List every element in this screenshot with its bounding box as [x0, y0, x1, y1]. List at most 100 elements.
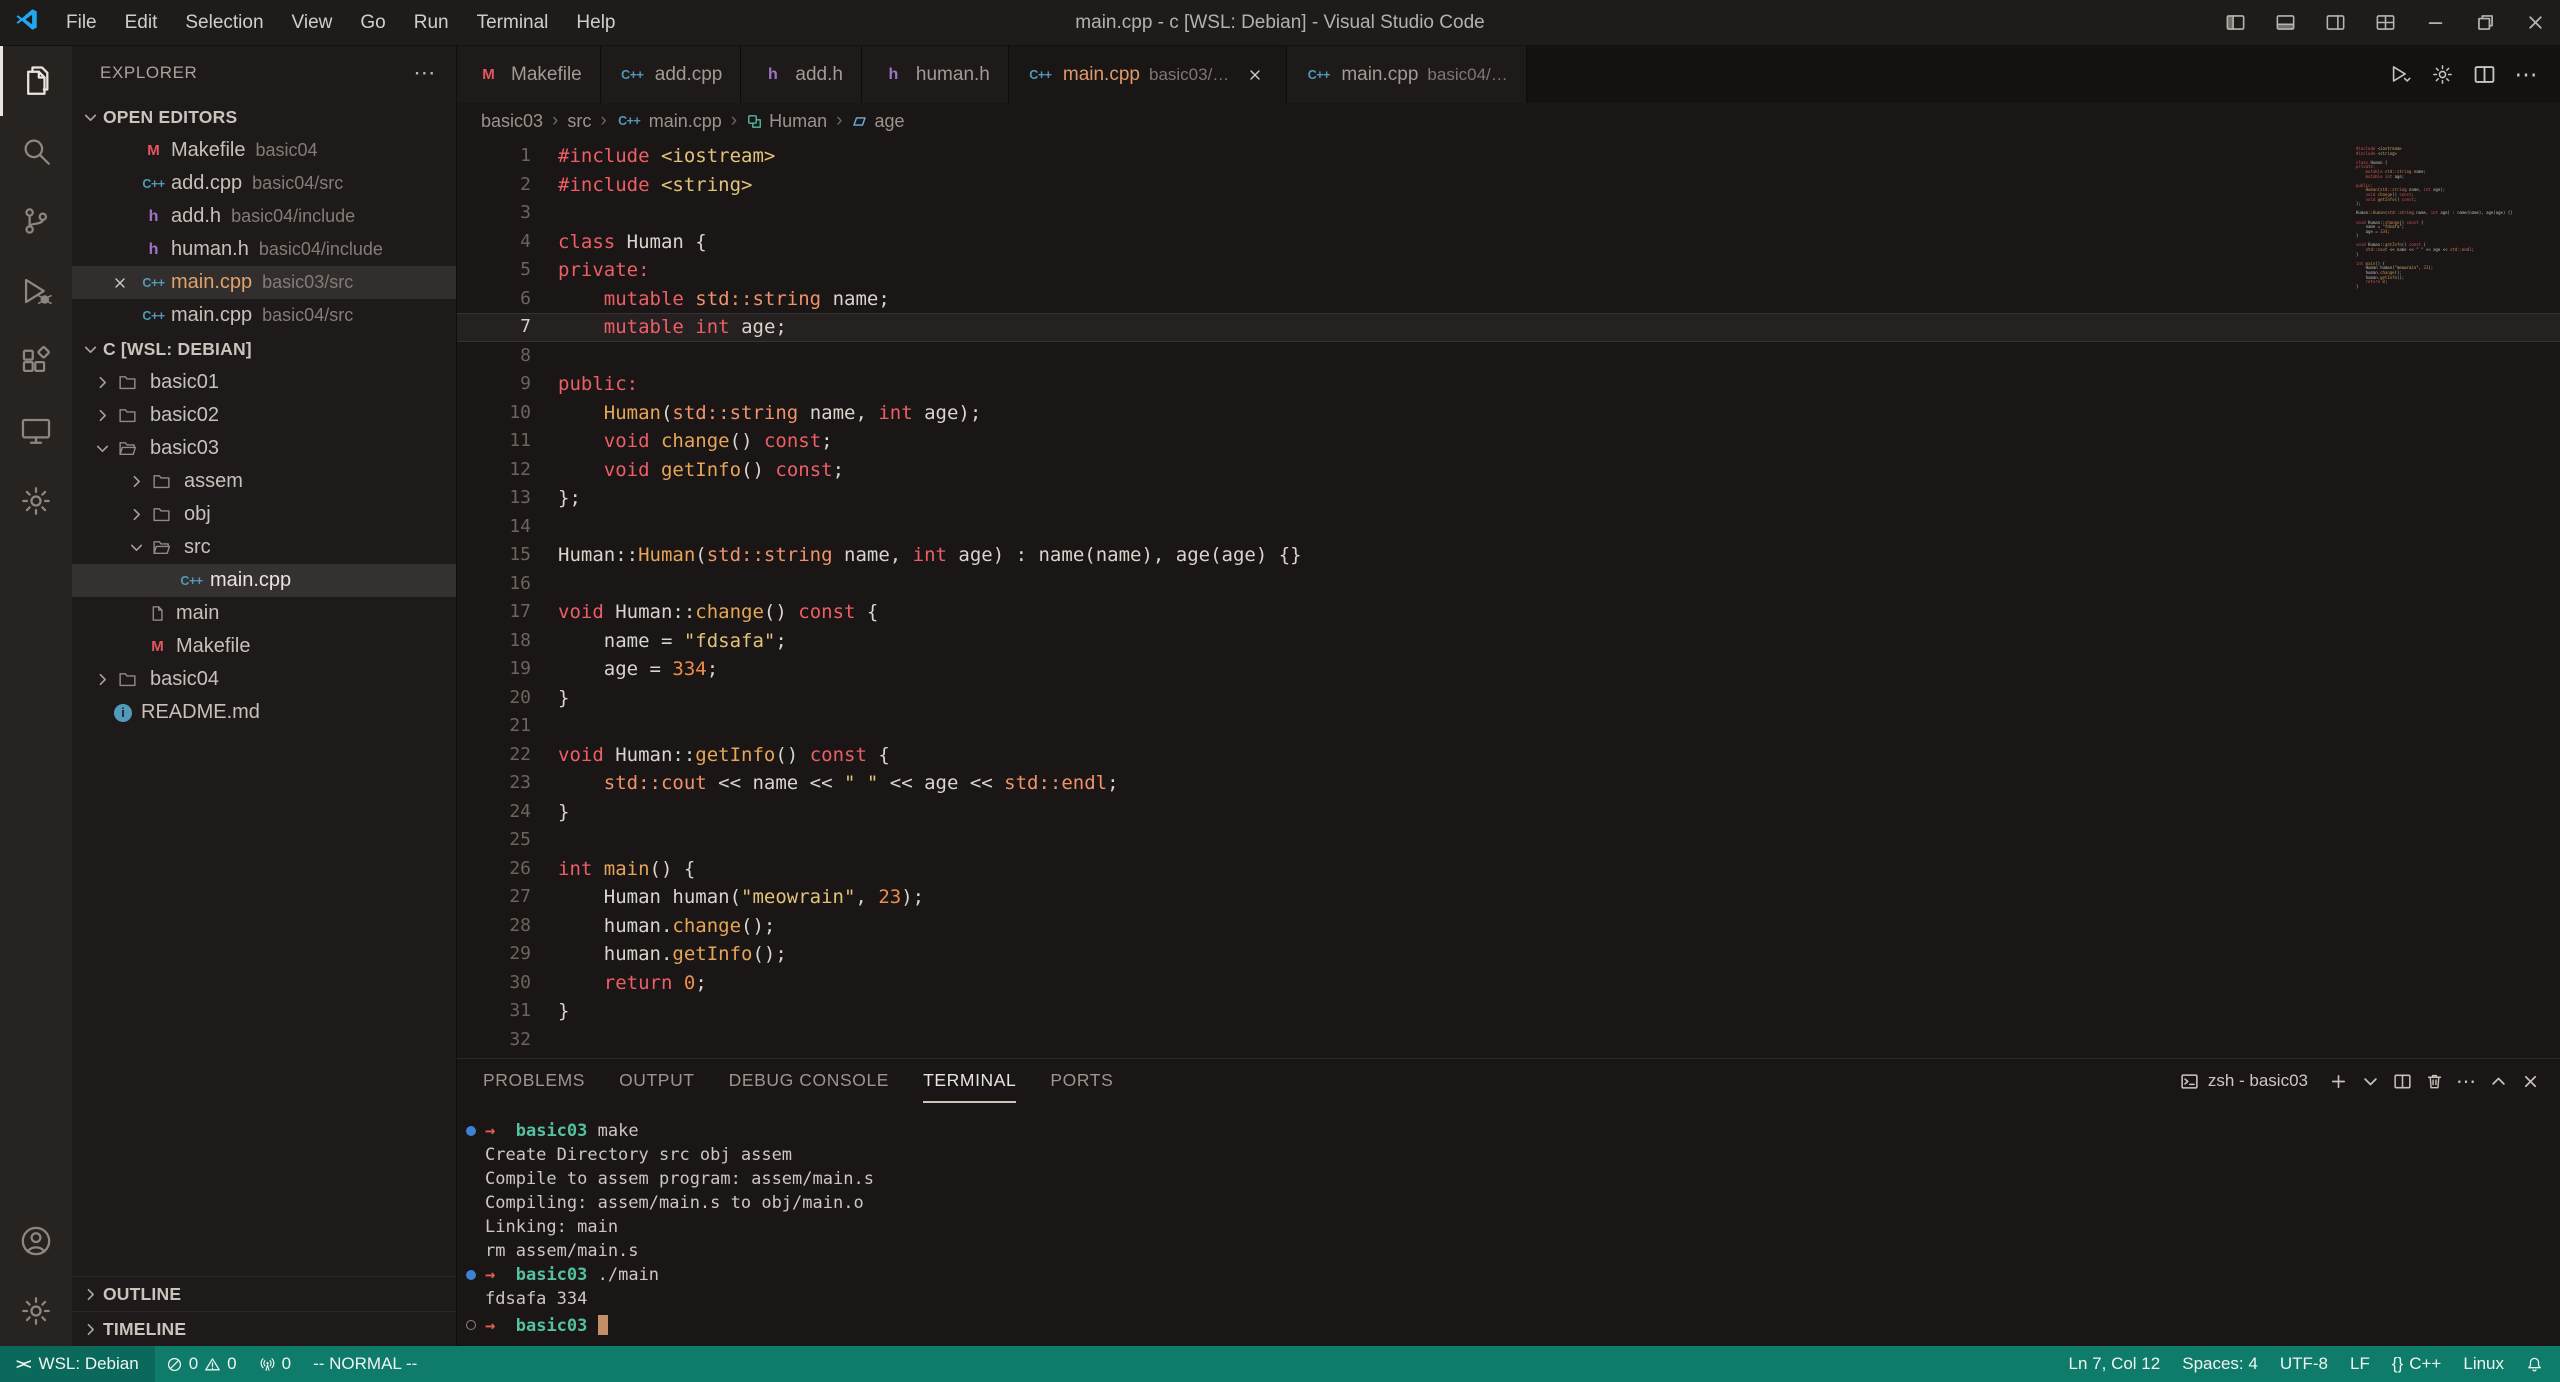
wsl-targets-icon[interactable]	[0, 466, 72, 536]
command-decoration-icon[interactable]	[466, 1270, 476, 1280]
tree-item-main-cpp[interactable]: C++main.cpp	[72, 564, 456, 597]
code-line-1[interactable]: 1#include <iostream>	[457, 142, 2560, 171]
breadcrumb-basic03[interactable]: basic03	[481, 111, 543, 132]
breadcrumb-human[interactable]: Human	[746, 111, 827, 132]
editor[interactable]: 1#include <iostream>2#include <string>34…	[457, 139, 2560, 1058]
code-line-29[interactable]: 29 human.getInfo();	[457, 940, 2560, 969]
menu-selection[interactable]: Selection	[171, 0, 277, 46]
terminal-line[interactable]: → basic03 make	[457, 1119, 2560, 1143]
code-line-28[interactable]: 28 human.change();	[457, 912, 2560, 941]
terminal-line[interactable]: Compile to assem program: assem/main.s	[457, 1167, 2560, 1191]
code-line-30[interactable]: 30 return 0;	[457, 969, 2560, 998]
tree-item-obj[interactable]: obj	[72, 498, 456, 531]
command-decoration-icon[interactable]	[466, 1320, 476, 1330]
open-editor-add-cpp[interactable]: C++add.cppbasic04/src	[72, 167, 456, 200]
new-terminal-icon[interactable]	[2322, 1065, 2354, 1097]
language-status[interactable]: {} C++	[2381, 1346, 2453, 1382]
tab-main-cpp[interactable]: C++main.cppbasic03/…	[1009, 46, 1287, 103]
open-editor-main-cpp[interactable]: C++main.cppbasic03/src	[72, 266, 456, 299]
remote-explorer-icon[interactable]	[0, 396, 72, 466]
code-line-23[interactable]: 23 std::cout << name << " " << age << st…	[457, 769, 2560, 798]
menu-help[interactable]: Help	[562, 0, 629, 46]
panel-more-actions-icon[interactable]: ⋯	[2450, 1065, 2482, 1097]
run-debug-icon[interactable]	[0, 256, 72, 326]
tree-item-assem[interactable]: assem	[72, 465, 456, 498]
problems-status[interactable]: 0 0	[155, 1346, 248, 1382]
menu-view[interactable]: View	[278, 0, 347, 46]
terminal-line[interactable]: rm assem/main.s	[457, 1239, 2560, 1263]
terminal-line[interactable]: Linking: main	[457, 1215, 2560, 1239]
tree-item-main[interactable]: main	[72, 597, 456, 630]
toggle-secondary-sidebar-icon[interactable]	[2310, 0, 2360, 45]
close-icon[interactable]	[1242, 62, 1268, 88]
eol-status[interactable]: LF	[2339, 1346, 2381, 1382]
accounts-icon[interactable]	[0, 1206, 72, 1276]
tree-item-readme-md[interactable]: iREADME.md	[72, 696, 456, 729]
remote-indicator[interactable]: >< WSL: Debian	[0, 1346, 155, 1382]
tree-item-basic03[interactable]: basic03	[72, 432, 456, 465]
code-line-25[interactable]: 25	[457, 826, 2560, 855]
code-line-3[interactable]: 3	[457, 199, 2560, 228]
customize-layout-icon[interactable]	[2360, 0, 2410, 45]
code-line-5[interactable]: 5private:	[457, 256, 2560, 285]
terminal-line[interactable]: → basic03	[457, 1311, 2560, 1338]
workspace-root-header[interactable]: C [WSL: DEBIAN]	[72, 332, 456, 366]
code-line-21[interactable]: 21	[457, 712, 2560, 741]
breadcrumb-src[interactable]: src	[567, 111, 591, 132]
code-line-26[interactable]: 26int main() {	[457, 855, 2560, 884]
code-line-7[interactable]: 7 mutable int age;	[457, 313, 2560, 342]
os-status[interactable]: Linux	[2452, 1346, 2515, 1382]
kill-terminal-icon[interactable]	[2418, 1065, 2450, 1097]
restore-button[interactable]	[2460, 0, 2510, 45]
tree-item-basic02[interactable]: basic02	[72, 399, 456, 432]
source-control-icon[interactable]	[0, 186, 72, 256]
minimap[interactable]: #include <iostream>#include <string>clas…	[2356, 147, 2536, 294]
maximize-panel-icon[interactable]	[2482, 1065, 2514, 1097]
command-decoration-icon[interactable]	[466, 1126, 476, 1136]
menu-file[interactable]: File	[52, 0, 111, 46]
search-icon[interactable]	[0, 116, 72, 186]
outline-section-header[interactable]: OUTLINE	[72, 1276, 456, 1311]
code-line-27[interactable]: 27 Human human("meowrain", 23);	[457, 883, 2560, 912]
code-line-10[interactable]: 10 Human(std::string name, int age);	[457, 399, 2560, 428]
code-line-11[interactable]: 11 void change() const;	[457, 427, 2560, 456]
open-editors-header[interactable]: OPEN EDITORS	[72, 100, 456, 134]
open-editor-makefile[interactable]: MMakefilebasic04	[72, 134, 456, 167]
code-line-24[interactable]: 24}	[457, 798, 2560, 827]
ports-status[interactable]: 0	[248, 1346, 302, 1382]
close-icon[interactable]	[112, 272, 140, 294]
tab-add-h[interactable]: hadd.h	[741, 46, 862, 103]
settings-gear-icon[interactable]	[0, 1276, 72, 1346]
minimize-button[interactable]	[2410, 0, 2460, 45]
code-line-32[interactable]: 32	[457, 1026, 2560, 1055]
terminal-line[interactable]: Create Directory src obj assem	[457, 1143, 2560, 1167]
tree-item-src[interactable]: src	[72, 531, 456, 564]
menu-terminal[interactable]: Terminal	[463, 0, 563, 46]
close-panel-icon[interactable]	[2514, 1065, 2546, 1097]
code-line-8[interactable]: 8	[457, 342, 2560, 371]
code-line-20[interactable]: 20}	[457, 684, 2560, 713]
open-editor-main-cpp[interactable]: C++main.cppbasic04/src	[72, 299, 456, 332]
more-actions-icon[interactable]: ⋯	[2508, 57, 2544, 93]
code-line-19[interactable]: 19 age = 334;	[457, 655, 2560, 684]
breadcrumb-main-cpp[interactable]: C++main.cpp	[616, 110, 722, 132]
open-editor-human-h[interactable]: hhuman.hbasic04/include	[72, 233, 456, 266]
tab-add-cpp[interactable]: C++add.cpp	[601, 46, 742, 103]
code-line-14[interactable]: 14	[457, 513, 2560, 542]
code-line-15[interactable]: 15Human::Human(std::string name, int age…	[457, 541, 2560, 570]
terminal-instance-label[interactable]: zsh - basic03	[2180, 1071, 2308, 1091]
panel-tab-ports[interactable]: PORTS	[1050, 1059, 1113, 1103]
explorer-icon[interactable]	[0, 46, 72, 116]
split-terminal-icon[interactable]	[2386, 1065, 2418, 1097]
code-line-13[interactable]: 13};	[457, 484, 2560, 513]
run-settings-gear-icon[interactable]	[2424, 57, 2460, 93]
code-line-18[interactable]: 18 name = "fdsafa";	[457, 627, 2560, 656]
tab-makefile[interactable]: MMakefile	[457, 46, 601, 103]
terminal-profile-dropdown-icon[interactable]	[2354, 1065, 2386, 1097]
code-line-9[interactable]: 9public:	[457, 370, 2560, 399]
vim-mode-status[interactable]: -- NORMAL --	[302, 1346, 428, 1382]
explorer-more-actions-icon[interactable]: ⋯	[413, 60, 436, 86]
extensions-icon[interactable]	[0, 326, 72, 396]
panel-tab-terminal[interactable]: TERMINAL	[923, 1059, 1016, 1103]
code-line-22[interactable]: 22void Human::getInfo() const {	[457, 741, 2560, 770]
